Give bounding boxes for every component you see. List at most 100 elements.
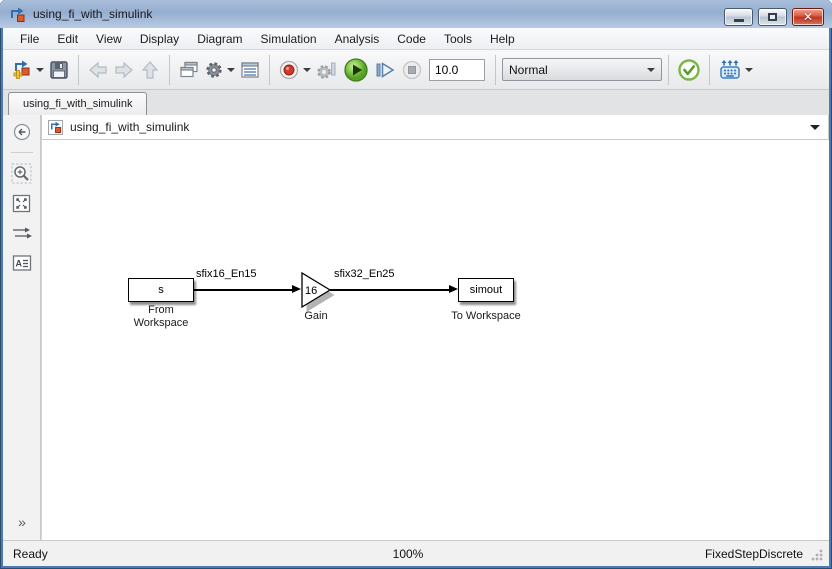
- palette-overflow-button[interactable]: »: [3, 514, 41, 530]
- minimize-icon: [733, 19, 744, 22]
- double-arrows-icon: [12, 227, 32, 239]
- run-icon: [344, 57, 368, 82]
- menu-display[interactable]: Display: [131, 29, 188, 49]
- annotation-legend-button[interactable]: A: [9, 251, 35, 275]
- restore-button[interactable]: [758, 8, 787, 26]
- diagram-canvas[interactable]: s From Workspace sfix16_En15 16 Gain sfi…: [41, 140, 829, 540]
- simulink-logo-icon: [11, 7, 25, 22]
- menu-diagram[interactable]: Diagram: [188, 29, 251, 49]
- back-arrow-icon: [89, 61, 107, 78]
- simulink-window: using_fi_with_simulink ✕ File Edit View …: [0, 0, 832, 569]
- simulation-mode-value: Normal: [509, 62, 548, 77]
- breadcrumb: using_fi_with_simulink: [41, 115, 829, 140]
- tab-label: using_fi_with_simulink: [23, 98, 133, 110]
- new-model-icon: [13, 60, 30, 79]
- status-solver[interactable]: FixedStepDiscrete: [423, 547, 829, 561]
- build-icon: [720, 59, 740, 79]
- fit-to-view-button[interactable]: [9, 191, 35, 215]
- fit-to-view-icon: [12, 194, 31, 212]
- configuration-dropdown-caret-icon[interactable]: [227, 67, 235, 72]
- window-title: using_fi_with_simulink: [33, 7, 153, 21]
- menu-edit[interactable]: Edit: [48, 29, 87, 49]
- gain-value: 16: [305, 285, 317, 297]
- menu-file[interactable]: File: [11, 29, 48, 49]
- forward-button[interactable]: [111, 55, 137, 85]
- restore-icon: [768, 13, 777, 21]
- menu-analysis[interactable]: Analysis: [326, 29, 389, 49]
- signal-arrowhead-icon: [292, 285, 301, 293]
- status-state: Ready: [13, 546, 48, 561]
- tab-model[interactable]: using_fi_with_simulink: [8, 92, 148, 115]
- status-zoom: 100%: [392, 546, 424, 561]
- menu-tools[interactable]: Tools: [435, 29, 481, 49]
- editor-area: A » using_fi_with_simulink s From Worksp…: [3, 115, 829, 540]
- circle-back-arrow-icon: [13, 123, 30, 141]
- save-button[interactable]: [46, 55, 72, 85]
- model-configuration-button[interactable]: [202, 55, 237, 85]
- menubar: File Edit View Display Diagram Simulatio…: [3, 28, 829, 50]
- stop-time-input[interactable]: [429, 58, 485, 81]
- statusbar: Ready 100% FixedStepDiscrete: [3, 540, 829, 566]
- zoom-selection-button[interactable]: [9, 161, 35, 185]
- breadcrumb-dropdown-caret-icon[interactable]: [810, 124, 820, 130]
- build-dropdown-caret-icon[interactable]: [745, 67, 753, 72]
- update-diagram-button[interactable]: [675, 55, 703, 85]
- step-forward-button[interactable]: [371, 55, 399, 85]
- signal-arrowhead-icon: [449, 285, 458, 293]
- mode-dropdown-caret-icon: [647, 67, 655, 72]
- titlebar[interactable]: using_fi_with_simulink ✕: [0, 0, 832, 28]
- resize-grip[interactable]: [811, 549, 823, 561]
- minimize-button[interactable]: [724, 8, 753, 26]
- save-icon: [50, 60, 68, 79]
- forward-arrow-icon: [115, 61, 133, 78]
- green-check-icon: [678, 58, 700, 81]
- run-button[interactable]: [341, 55, 371, 85]
- signal-line[interactable]: [194, 289, 294, 291]
- menu-simulation[interactable]: Simulation: [252, 29, 326, 49]
- breadcrumb-path[interactable]: using_fi_with_simulink: [70, 120, 189, 134]
- svg-text:A: A: [15, 259, 22, 269]
- model-explorer-icon: [241, 61, 259, 78]
- step-back-icon: [317, 62, 336, 79]
- to-workspace-caption: To Workspace: [451, 310, 521, 322]
- to-workspace-block[interactable]: simout: [458, 278, 514, 302]
- signal-arrows-button[interactable]: [9, 221, 35, 245]
- stop-button[interactable]: [399, 55, 425, 85]
- zoom-magnifier-icon: [11, 163, 32, 183]
- to-workspace-label: simout: [469, 284, 503, 296]
- step-forward-icon: [376, 61, 395, 78]
- menu-help[interactable]: Help: [481, 29, 524, 49]
- explorer-bar-toggle-button[interactable]: [9, 120, 35, 144]
- record-dropdown-caret-icon[interactable]: [303, 67, 311, 72]
- record-icon: [279, 60, 299, 79]
- new-model-button[interactable]: [9, 55, 46, 85]
- annotation-icon: A: [12, 255, 31, 271]
- library-browser-icon: [180, 61, 198, 77]
- gear-icon: [206, 61, 222, 78]
- signal-label-2[interactable]: sfix32_En25: [334, 268, 395, 280]
- step-back-button[interactable]: [313, 55, 341, 85]
- up-button[interactable]: [137, 55, 163, 85]
- model-explorer-button[interactable]: [237, 55, 263, 85]
- left-palette: A »: [3, 115, 41, 540]
- up-arrow-icon: [141, 60, 159, 79]
- menu-view[interactable]: View: [87, 29, 131, 49]
- back-button[interactable]: [85, 55, 111, 85]
- signal-label-1[interactable]: sfix16_En15: [196, 268, 257, 280]
- record-button[interactable]: [276, 55, 313, 85]
- build-model-button[interactable]: [716, 55, 755, 85]
- simulation-mode-select[interactable]: Normal: [502, 58, 662, 81]
- stop-icon: [402, 60, 422, 79]
- close-button[interactable]: ✕: [792, 8, 824, 26]
- menu-code[interactable]: Code: [388, 29, 435, 49]
- from-workspace-block[interactable]: s: [128, 278, 194, 302]
- signal-line[interactable]: [330, 289, 451, 291]
- new-model-dropdown-caret-icon[interactable]: [36, 67, 44, 72]
- from-workspace-label: s: [158, 284, 164, 296]
- from-workspace-caption: From Workspace: [133, 304, 189, 329]
- tab-bar: using_fi_with_simulink: [3, 90, 829, 115]
- simulink-model-icon: [48, 119, 64, 135]
- close-icon: ✕: [802, 10, 814, 24]
- library-browser-button[interactable]: [176, 55, 202, 85]
- gain-caption: Gain: [304, 310, 328, 322]
